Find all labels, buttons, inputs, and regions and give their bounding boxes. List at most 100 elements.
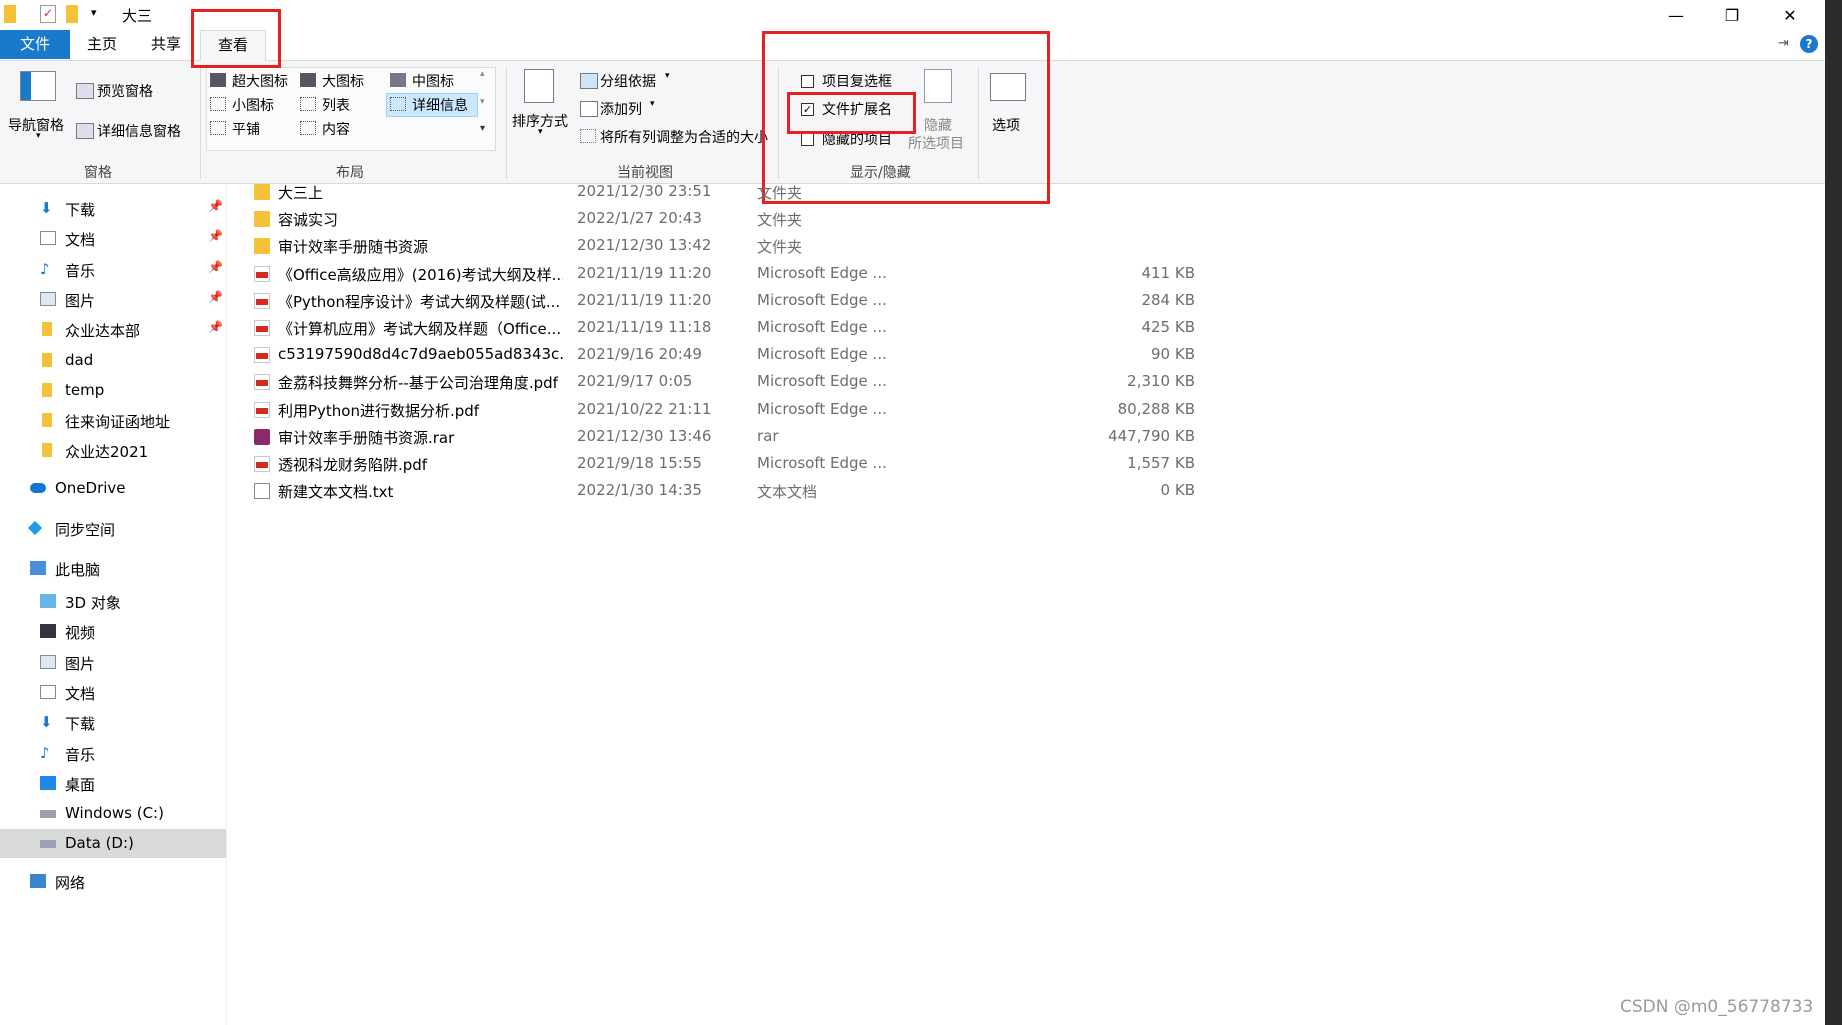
sidebar-item[interactable]: ♪ 音乐 📌 bbox=[0, 255, 226, 284]
sidebar-item[interactable]: 文档 bbox=[0, 678, 226, 707]
sidebar-item[interactable]: 文档 📌 bbox=[0, 224, 226, 253]
file-row[interactable]: 大三上 2021/12/30 23:51 文件夹 bbox=[240, 178, 1000, 205]
sidebar-item-label: 文档 bbox=[65, 684, 96, 703]
sidebar-item[interactable]: ⬇ 下载 📌 bbox=[0, 194, 226, 223]
watermark: CSDN @m0_56778733 bbox=[1620, 997, 1814, 1017]
download-icon: ⬇ bbox=[40, 199, 53, 217]
file-row[interactable]: 审计效率手册随书资源 2021/12/30 13:42 文件夹 bbox=[240, 232, 1000, 259]
pdf-icon bbox=[254, 374, 270, 391]
file-row[interactable]: 金荔科技舞弊分析--基于公司治理角度.pdf 2021/9/17 0:05 Micr… bbox=[240, 368, 1195, 395]
gallery-scroll-down-icon[interactable]: ▾ bbox=[480, 97, 485, 107]
file-date: 2021/10/22 21:11 bbox=[577, 399, 712, 418]
medium-icons-button[interactable]: 中图标 bbox=[412, 71, 454, 91]
file-type: 文件夹 bbox=[757, 238, 803, 257]
sidebar-item[interactable]: Data (D:) bbox=[0, 829, 226, 859]
medium-icons-icon bbox=[390, 73, 406, 87]
gallery-expand-icon[interactable]: ▾ bbox=[480, 123, 485, 134]
download-icon: ⬇ bbox=[40, 713, 53, 732]
gallery-scroll-up-icon[interactable]: ▴ bbox=[480, 69, 485, 79]
minimize-button[interactable]: — bbox=[1648, 0, 1704, 30]
list-button[interactable]: 列表 bbox=[322, 95, 350, 115]
sidebar-item-label: 3D 对象 bbox=[65, 594, 121, 612]
customize-quick-access-icon[interactable]: ▾ bbox=[91, 6, 97, 24]
details-icon bbox=[390, 97, 406, 111]
sidebar-item[interactable]: 图片 bbox=[0, 648, 226, 677]
file-type: Microsoft Edge ... bbox=[757, 263, 887, 282]
sidebar-item[interactable]: Windows (C:) bbox=[0, 799, 226, 828]
sidebar-item-label: 此电脑 bbox=[55, 561, 101, 579]
large-icons-button[interactable]: 大图标 bbox=[322, 71, 364, 91]
file-name: 《Python程序设计》考试大纲及样题(试... bbox=[278, 292, 561, 311]
file-row[interactable]: 新建文本文档.txt 2022/1/30 14:35 文本文档 0 KB bbox=[240, 477, 1195, 504]
highlight-box-view-tab bbox=[191, 9, 281, 68]
navigation-pane-button[interactable]: 导航窗格 ▾ bbox=[4, 65, 74, 145]
small-icons-icon bbox=[210, 97, 226, 111]
sidebar-item[interactable]: temp bbox=[0, 376, 226, 405]
pin-icon: 📌 bbox=[208, 229, 223, 244]
file-row[interactable]: 利用Python进行数据分析.pdf 2021/10/22 21:11 Micros… bbox=[240, 396, 1195, 423]
sidebar-item-label: 网络 bbox=[55, 874, 86, 892]
file-name: 审计效率手册随书资源.rar bbox=[278, 428, 455, 447]
sidebar-item[interactable]: 众业达本部 📌 bbox=[0, 315, 226, 344]
file-type: Microsoft Edge ... bbox=[757, 454, 887, 472]
details-pane-button[interactable]: 详细信息窗格 bbox=[97, 121, 181, 141]
file-name: 透视科龙财务陷阱.pdf bbox=[278, 456, 428, 474]
restore-button[interactable]: ❐ bbox=[1704, 0, 1760, 30]
sidebar-item-label: OneDrive bbox=[55, 479, 126, 497]
sidebar-item[interactable]: 同步空间 bbox=[0, 514, 226, 543]
sidebar-item[interactable]: 众业达2021 bbox=[0, 436, 226, 465]
details-view-label: 详细信息 bbox=[412, 98, 468, 114]
fit-columns-button[interactable]: 将所有列调整为合适的大小 bbox=[600, 127, 768, 147]
sidebar-item-label: 图片 bbox=[65, 654, 96, 673]
file-date: 2021/12/30 23:51 bbox=[577, 182, 712, 200]
chevron-down-icon: ▾ bbox=[36, 131, 41, 141]
sidebar-item[interactable]: 3D 对象 bbox=[0, 587, 226, 616]
file-row[interactable]: 《Office高级应用》(2016)考试大纲及样... 2021/11/19 11… bbox=[240, 260, 1195, 287]
file-size: 425 KB bbox=[1141, 318, 1195, 336]
sidebar-item[interactable]: 桌面 bbox=[0, 769, 226, 798]
file-date: 2021/11/19 11:20 bbox=[577, 290, 712, 309]
file-row[interactable]: 透视科龙财务陷阱.pdf 2021/9/18 15:55 Microsoft Edg… bbox=[240, 450, 1195, 477]
tab-share[interactable]: 共享 bbox=[140, 30, 192, 59]
page-scrollbar[interactable] bbox=[1825, 0, 1842, 1025]
file-row[interactable]: 容诚实习 2022/1/27 20:43 文件夹 bbox=[240, 205, 1000, 232]
add-columns-button[interactable]: 添加列 bbox=[600, 99, 642, 119]
file-name: 金荔科技舞弊分析--基于公司治理角度.pdf bbox=[278, 374, 558, 393]
drive-icon bbox=[40, 840, 56, 849]
desktop-icon bbox=[40, 775, 56, 790]
pin-icon: 📌 bbox=[208, 199, 223, 213]
tab-file[interactable]: 文件 bbox=[0, 30, 70, 59]
close-button[interactable]: ✕ bbox=[1762, 0, 1818, 30]
sidebar-item-label: 同步空间 bbox=[55, 521, 116, 539]
content-button[interactable]: 内容 bbox=[322, 119, 350, 139]
document-icon bbox=[40, 231, 56, 246]
help-icon[interactable]: ? bbox=[1800, 35, 1818, 53]
sidebar-item[interactable]: 图片 📌 bbox=[0, 285, 226, 314]
properties-icon[interactable]: ✓ bbox=[40, 5, 56, 23]
sidebar-item[interactable]: OneDrive bbox=[0, 474, 226, 503]
sidebar-item[interactable]: 往来询证函地址 bbox=[0, 406, 226, 435]
sidebar-item-label: Data (D:) bbox=[65, 834, 134, 853]
extra-large-icons-button[interactable]: 超大图标 bbox=[232, 71, 288, 91]
tab-home[interactable]: 主页 bbox=[76, 30, 128, 59]
file-type: 文件夹 bbox=[757, 211, 803, 230]
file-row[interactable]: c53197590d8d4c7d9aeb055ad8343c... 2021/9/… bbox=[240, 341, 1195, 368]
preview-pane-button[interactable]: 预览窗格 bbox=[97, 81, 153, 101]
sidebar-item[interactable]: ♪ 音乐 bbox=[0, 739, 226, 768]
file-row[interactable]: 《Python程序设计》考试大纲及样题(试... 2021/11/19 11:20… bbox=[240, 287, 1195, 314]
small-icons-button[interactable]: 小图标 bbox=[232, 95, 274, 115]
pin-ribbon-icon[interactable]: ⇥ bbox=[1778, 36, 1789, 51]
group-by-button[interactable]: 分组依据 bbox=[600, 71, 656, 91]
sidebar-item[interactable]: ⬇ 下载 bbox=[0, 708, 226, 737]
sort-by-button[interactable]: 排序方式 ▾ bbox=[510, 65, 574, 145]
video-icon bbox=[40, 624, 56, 639]
tiles-button[interactable]: 平铺 bbox=[232, 119, 260, 139]
file-row[interactable]: 《计算机应用》考试大纲及样题（Office... 2021/11/19 11:18… bbox=[240, 314, 1195, 341]
new-folder-icon[interactable] bbox=[66, 5, 78, 23]
sidebar-item[interactable]: 网络 bbox=[0, 867, 226, 896]
pane-group-label: 窗格 bbox=[84, 165, 112, 181]
sidebar-item[interactable]: 此电脑 bbox=[0, 554, 226, 583]
file-row[interactable]: 审计效率手册随书资源.rar 2021/12/30 13:46 rar 447,790… bbox=[240, 423, 1195, 450]
sidebar-item[interactable]: dad bbox=[0, 346, 226, 375]
sidebar-item[interactable]: 视频 bbox=[0, 617, 226, 646]
